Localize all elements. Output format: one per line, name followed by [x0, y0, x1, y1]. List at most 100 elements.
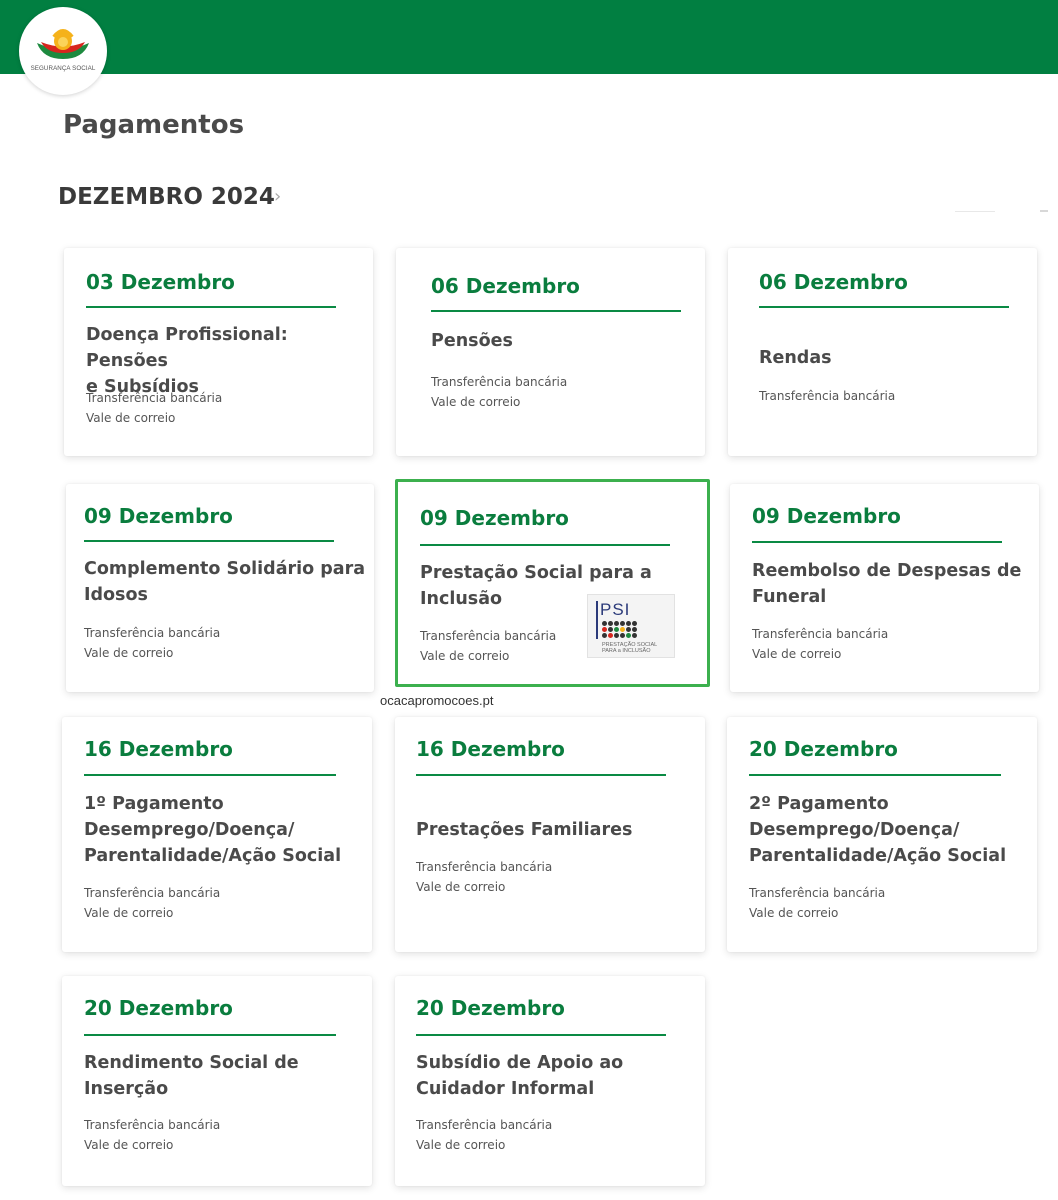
payment-method: Vale de correio: [431, 395, 521, 409]
psi-dot: [614, 633, 619, 638]
payment-method: Transferência bancária: [416, 860, 553, 874]
psi-dot-row: [602, 627, 637, 632]
card-title: Rendas: [759, 345, 832, 371]
card-title-line: Cuidador Informal: [416, 1079, 595, 1099]
psi-logo: PSI PRESTAÇÃO SOCIAL PARA a INCLUSÃO: [587, 594, 675, 658]
card-divider: [749, 774, 1001, 776]
sun-emblem-icon: [37, 29, 89, 59]
payment-card[interactable]: 20 Dezembro Rendimento Social de Inserção T…: [62, 976, 372, 1186]
card-date: 03 Dezembro: [86, 270, 235, 294]
payment-methods: Transferência bancária Vale de correio: [752, 624, 888, 664]
card-divider: [416, 774, 666, 776]
payment-card[interactable]: 20 Dezembro Subsídio de Apoio ao Cuidador …: [395, 976, 705, 1186]
payment-method: Transferência bancária: [420, 629, 557, 643]
payment-method: Vale de correio: [420, 649, 510, 663]
card-date: 20 Dezembro: [84, 996, 233, 1020]
psi-dot: [632, 633, 637, 638]
payment-methods: Transferência bancária Vale de correio: [420, 626, 556, 666]
divider: [1040, 210, 1048, 212]
payment-card[interactable]: 09 Dezembro Reembolso de Despesas de Funer…: [730, 484, 1039, 692]
psi-subtitle-line: PARA a INCLUSÃO: [602, 648, 651, 654]
payment-method: Vale de correio: [84, 646, 174, 660]
payment-method: Vale de correio: [416, 1138, 506, 1152]
payment-methods: Transferência bancária Vale de correio: [84, 883, 220, 923]
psi-dot: [602, 627, 607, 632]
payment-methods: Transferência bancária Vale de correio: [416, 857, 552, 897]
card-date: 09 Dezembro: [84, 504, 233, 528]
card-title: Prestações Familiares: [416, 817, 632, 843]
card-title-line: Parentalidade/Ação Social: [749, 846, 1007, 866]
card-title: Complemento Solidário para Idosos: [84, 556, 365, 608]
chevron-right-icon[interactable]: ›: [274, 186, 281, 207]
psi-dot: [620, 621, 625, 626]
card-date: 09 Dezembro: [752, 504, 901, 528]
payment-method: Vale de correio: [749, 906, 839, 920]
seguranca-social-logo[interactable]: SEGURANÇA SOCIAL: [19, 7, 107, 95]
card-title-line: Reembolso de Despesas de: [752, 561, 1022, 581]
payment-method: Transferência bancária: [752, 627, 889, 641]
card-date: 06 Dezembro: [431, 274, 580, 298]
card-divider: [84, 1034, 336, 1036]
card-title-line: Doença Profissional: Pensões: [86, 325, 288, 371]
card-date: 16 Dezembro: [84, 737, 233, 761]
payment-method: Transferência bancária: [416, 1118, 553, 1132]
card-title-line: Inserção: [84, 1079, 169, 1099]
top-bar: [0, 0, 1058, 74]
payment-method: Transferência bancária: [431, 375, 568, 389]
payment-method: Transferência bancária: [749, 886, 886, 900]
card-divider: [84, 540, 334, 542]
card-title-line: Subsídio de Apoio ao: [416, 1053, 624, 1073]
card-title-line: Complemento Solidário para: [84, 559, 366, 579]
psi-dot: [608, 627, 613, 632]
payment-method: Transferência bancária: [84, 1118, 221, 1132]
payment-card[interactable]: 16 Dezembro Prestações Familiares Transfer…: [395, 717, 705, 952]
payment-method: Vale de correio: [416, 880, 506, 894]
psi-dot: [620, 627, 625, 632]
psi-dot: [602, 621, 607, 626]
psi-dot: [620, 633, 625, 638]
psi-dot: [632, 627, 637, 632]
payment-methods: Transferência bancária Vale de correio: [416, 1115, 552, 1155]
payment-card[interactable]: 06 Dezembro Rendas Transferência bancária: [728, 248, 1037, 456]
psi-dot: [632, 621, 637, 626]
payment-methods: Transferência bancária Vale de correio: [431, 372, 567, 412]
card-date: 09 Dezembro: [420, 506, 569, 530]
payment-method: Transferência bancária: [86, 391, 223, 405]
psi-logo-bar: [596, 601, 598, 639]
card-title-line: Desemprego/Doença/: [84, 820, 295, 840]
payment-method: Transferência bancária: [759, 389, 896, 403]
psi-dot: [626, 633, 631, 638]
card-title-line: Prestação Social para a: [420, 563, 652, 583]
card-title-line: 1º Pagamento: [84, 794, 224, 814]
card-divider: [420, 544, 670, 546]
card-divider: [86, 306, 336, 308]
payment-method: Vale de correio: [84, 906, 174, 920]
payment-card[interactable]: 16 Dezembro 1º Pagamento Desemprego/Doença…: [62, 717, 372, 952]
payment-card[interactable]: 06 Dezembro Pensões Transferência bancária…: [396, 248, 705, 456]
card-divider: [752, 541, 1002, 543]
card-date: 20 Dezembro: [749, 737, 898, 761]
card-date: 06 Dezembro: [759, 270, 908, 294]
payment-card[interactable]: 09 Dezembro Complemento Solidário para Ido…: [66, 484, 374, 692]
payment-methods: Transferência bancária Vale de correio: [86, 388, 222, 428]
payment-card[interactable]: 20 Dezembro 2º Pagamento Desemprego/Doença…: [727, 717, 1037, 952]
psi-dot-row: [602, 621, 637, 626]
card-title: Rendimento Social de Inserção: [84, 1050, 299, 1102]
psi-dot: [608, 621, 613, 626]
psi-dot: [626, 627, 631, 632]
card-title: 2º Pagamento Desemprego/Doença/Parentalid…: [749, 791, 1006, 869]
payment-method: Vale de correio: [86, 411, 176, 425]
psi-dot: [608, 633, 613, 638]
payment-card[interactable]: 03 Dezembro Doença Profissional: Pensões e…: [64, 248, 373, 456]
psi-dot: [614, 621, 619, 626]
psi-dot-row: [602, 633, 637, 638]
card-title-line: 2º Pagamento: [749, 794, 889, 814]
watermark-caption: ocacapromocoes.pt: [380, 693, 494, 708]
month-label: DEZEMBRO 2024: [58, 184, 275, 210]
payment-method: Transferência bancária: [84, 886, 221, 900]
card-title-line: Pensões: [431, 331, 513, 351]
payment-card[interactable]: 09 Dezembro Prestação Social para a Inclus…: [395, 479, 710, 687]
psi-logo-text: PSI: [600, 600, 631, 619]
page-title: Pagamentos: [63, 110, 245, 140]
logo-text: SEGURANÇA SOCIAL: [30, 65, 96, 72]
